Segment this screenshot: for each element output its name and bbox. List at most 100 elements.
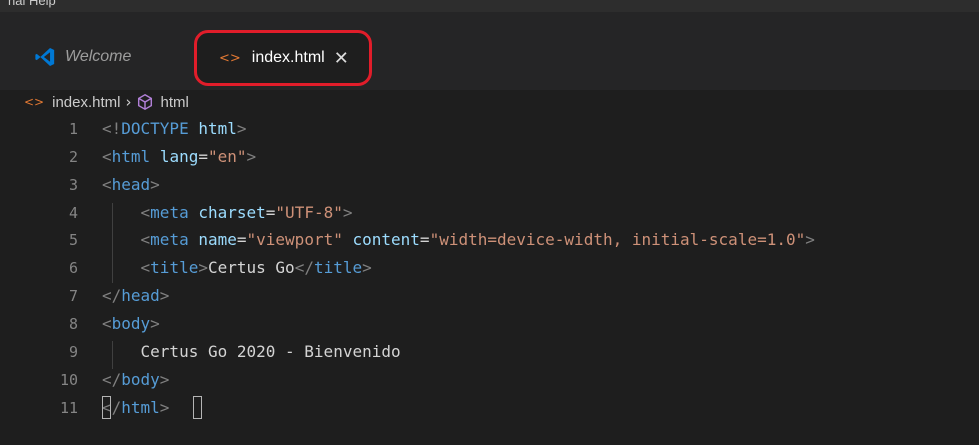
code-token: < — [102, 175, 112, 194]
code-text[interactable]: Certus Go 2020 - Bienvenido — [102, 342, 401, 361]
code-line[interactable]: 5 <meta name="viewport" content="width=d… — [0, 226, 979, 253]
code-token: < — [140, 258, 151, 277]
line-number: 10 — [59, 370, 78, 389]
code-token: </ — [102, 286, 122, 305]
line-number: 4 — [68, 203, 78, 222]
vscode-logo-icon — [35, 48, 55, 66]
bracket-match-highlight — [102, 396, 111, 419]
code-token: > — [150, 175, 160, 194]
code-token: < — [140, 230, 151, 249]
code-token: > — [246, 147, 257, 166]
code-token: > — [159, 370, 170, 389]
code-text[interactable]: <meta charset="UTF-8"> — [102, 203, 353, 222]
code-token: html — [198, 119, 237, 138]
code-token: html — [111, 147, 151, 166]
code-token: body — [111, 314, 151, 333]
code-token: Certus Go — [207, 258, 295, 277]
code-token: > — [342, 203, 353, 222]
code-token: > — [805, 230, 815, 249]
bracket-match-highlight — [193, 396, 202, 419]
code-text[interactable]: </head> — [102, 286, 169, 305]
code-token: Certus Go 2020 - Bienvenido — [102, 342, 401, 361]
code-line[interactable]: 3 <head> — [0, 171, 979, 198]
code-token: title — [313, 258, 363, 277]
code-token: html — [121, 398, 160, 417]
code-line[interactable]: 10 </body> — [0, 366, 979, 393]
code-token: = — [236, 230, 247, 249]
line-number: 2 — [68, 147, 78, 166]
code-line[interactable]: 2 <html lang="en"> — [0, 143, 979, 170]
code-token: body — [121, 370, 160, 389]
code-token: < — [140, 203, 151, 222]
code-token: </ — [102, 370, 122, 389]
code-line[interactable]: 1 <!DOCTYPE html> — [0, 115, 979, 142]
code-text[interactable]: <html lang="en"> — [102, 147, 256, 166]
tab-welcome-label: Welcome — [65, 48, 132, 65]
code-line[interactable]: 4 <meta charset="UTF-8"> — [0, 199, 979, 226]
code-editor[interactable]: 1 <!DOCTYPE html> 2 <html lang="en"> 3 <head>… — [0, 115, 979, 445]
code-token: content — [352, 230, 420, 249]
code-token: "viewport" — [246, 230, 343, 249]
code-token: "UTF-8" — [275, 203, 343, 222]
code-line[interactable]: 11 </html> — [0, 394, 979, 421]
line-number: 5 — [68, 230, 78, 249]
html-file-icon: <> — [219, 50, 241, 66]
code-token: </ — [294, 258, 314, 277]
code-text[interactable]: </body> — [102, 370, 169, 389]
code-token: = — [198, 147, 208, 166]
code-text[interactable]: <body> — [102, 314, 160, 333]
code-text[interactable]: <!DOCTYPE html> — [102, 119, 247, 138]
code-token: DOCTYPE — [121, 119, 189, 138]
code-token: head — [121, 286, 160, 305]
line-number: 9 — [68, 342, 78, 361]
code-text[interactable]: <meta name="viewport" content="width=dev… — [102, 230, 815, 249]
tab-index-label: index.html — [251, 49, 325, 66]
code-token: head — [111, 175, 151, 194]
tab-welcome[interactable]: Welcome — [34, 36, 131, 78]
line-number: 7 — [68, 286, 78, 305]
vscode-window: nal Help Welcome <> index.html ✕ <> inde… — [0, 0, 979, 445]
code-token: > — [362, 258, 372, 277]
code-token: name — [198, 230, 237, 249]
code-token: meta — [150, 230, 189, 249]
code-text[interactable]: <head> — [102, 175, 160, 194]
code-line[interactable]: 8 <body> — [0, 310, 979, 337]
line-number: 6 — [68, 258, 78, 277]
code-token: charset — [198, 203, 266, 222]
breadcrumb-file[interactable]: index.html — [52, 94, 120, 111]
html-file-icon: <> — [24, 95, 45, 109]
code-token: lang — [159, 147, 199, 166]
menu-fragment[interactable]: nal Help — [8, 0, 56, 8]
tab-bar: Welcome <> index.html ✕ — [0, 12, 979, 90]
code-token: title — [150, 258, 199, 277]
code-token: = — [419, 230, 430, 249]
breadcrumb-separator: › — [125, 93, 132, 111]
title-bar: nal Help — [0, 0, 979, 12]
symbol-cube-icon — [138, 93, 153, 111]
code-line[interactable]: 6 <title>Certus Go</title> — [0, 254, 979, 281]
code-line[interactable]: 7 </head> — [0, 282, 979, 309]
line-number: 11 — [59, 398, 78, 417]
tab-index-html[interactable]: <> index.html ✕ — [194, 30, 372, 86]
close-icon[interactable]: ✕ — [334, 48, 349, 69]
code-token: <! — [102, 119, 122, 138]
breadcrumb-symbol[interactable]: html — [160, 94, 188, 111]
code-token: > — [159, 398, 170, 417]
code-line[interactable]: 9 Certus Go 2020 - Bienvenido — [0, 338, 979, 365]
code-token: > — [198, 258, 208, 277]
code-token: < — [102, 147, 112, 166]
code-token: < — [102, 314, 112, 333]
code-token: > — [159, 286, 170, 305]
code-token: > — [236, 119, 247, 138]
code-token: "en" — [207, 147, 247, 166]
code-text[interactable]: <title>Certus Go</title> — [102, 258, 372, 277]
code-token: = — [265, 203, 276, 222]
code-text[interactable]: </html> — [102, 398, 169, 417]
